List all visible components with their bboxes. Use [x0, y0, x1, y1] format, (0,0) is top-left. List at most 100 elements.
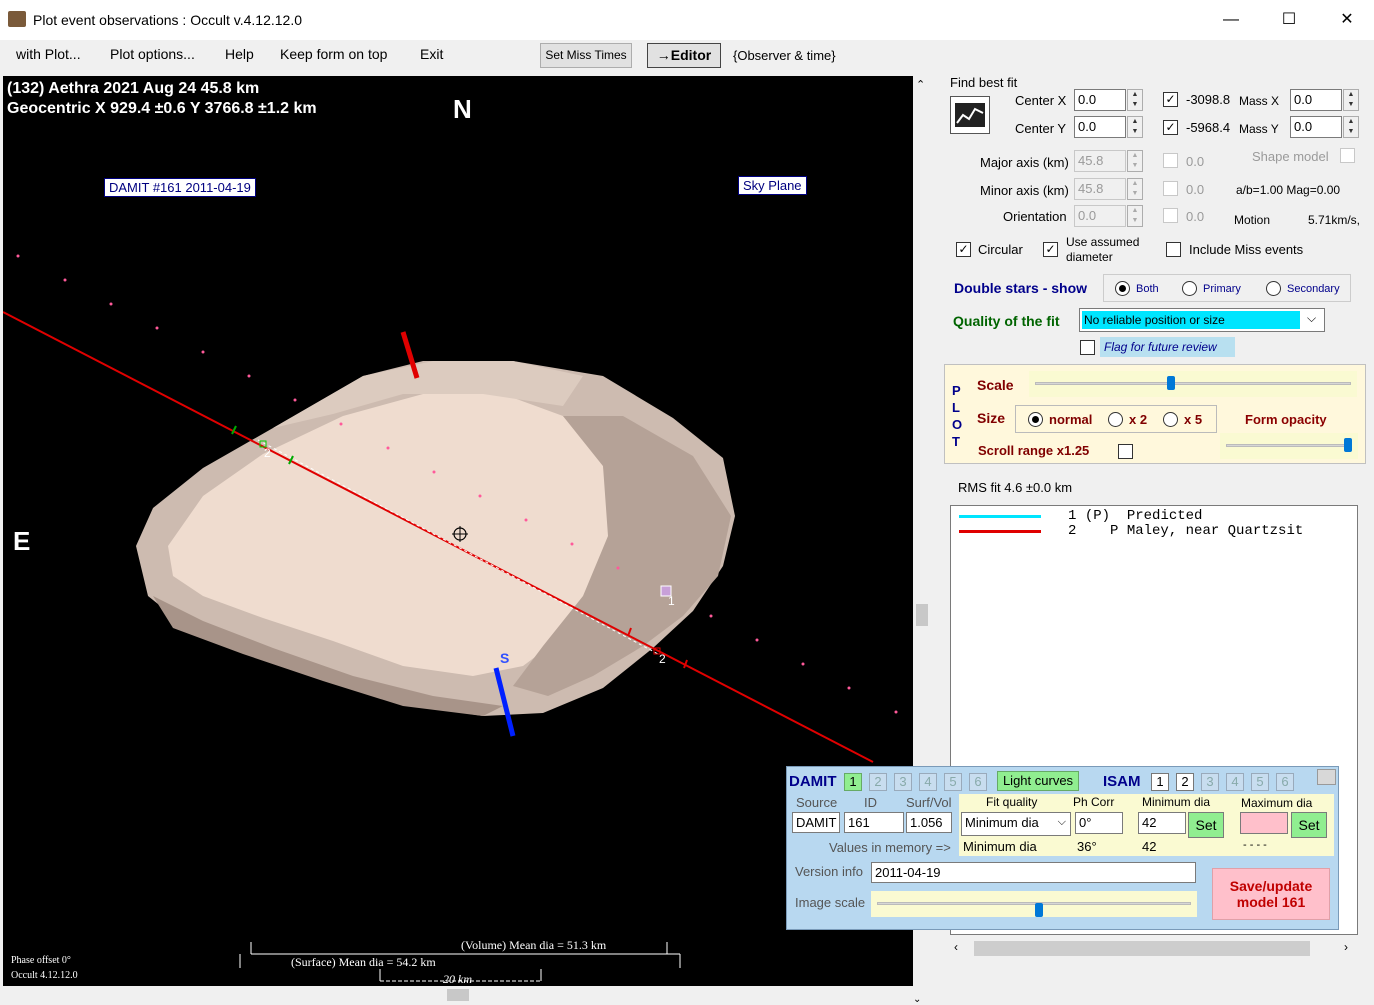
- menu-help[interactable]: Help: [225, 46, 254, 62]
- major-axis-input[interactable]: 45.8: [1074, 150, 1126, 172]
- fit-quality-select[interactable]: Minimum dia ⌵: [961, 812, 1071, 836]
- bottom-scroll-down-icon[interactable]: ⌄: [913, 994, 921, 1005]
- damit-close-button[interactable]: [1317, 769, 1336, 785]
- y-fit-checkbox[interactable]: ✓: [1163, 120, 1178, 135]
- menu-plot-options[interactable]: Plot options...: [110, 46, 195, 62]
- size-x5-label: x 5: [1184, 412, 1203, 427]
- size-normal-radio[interactable]: [1028, 412, 1043, 427]
- double-stars-label: Double stars - show: [954, 280, 1088, 296]
- editor-button[interactable]: →Editor: [647, 43, 721, 68]
- flag-review-checkbox[interactable]: [1080, 340, 1095, 355]
- set-miss-times-button[interactable]: Set Miss Times: [540, 43, 632, 68]
- damit-model-6-button[interactable]: 6: [969, 773, 987, 791]
- isam-model-3-button[interactable]: 3: [1201, 773, 1219, 791]
- ph-corr-field[interactable]: 0°: [1075, 812, 1123, 834]
- center-y-label: Center Y: [1015, 121, 1067, 136]
- damit-model-4-button[interactable]: 4: [919, 773, 937, 791]
- mass-y-spinner[interactable]: ▲ ▼: [1343, 116, 1359, 138]
- major-axis-checkbox[interactable]: [1163, 153, 1178, 168]
- version-info-field[interactable]: 2011-04-19: [871, 862, 1196, 883]
- plot-canvas[interactable]: (132) Aethra 2021 Aug 24 45.8 km Geocent…: [3, 76, 913, 986]
- damit-model-1-button[interactable]: 1: [844, 773, 862, 791]
- plot-hscroll-thumb[interactable]: [447, 989, 469, 1001]
- light-curves-button[interactable]: Light curves: [997, 771, 1079, 791]
- primary-radio[interactable]: [1182, 281, 1197, 296]
- scroll-range-checkbox[interactable]: [1118, 444, 1133, 459]
- shape-model-checkbox[interactable]: [1340, 148, 1355, 163]
- scale-slider-thumb[interactable]: [1167, 376, 1175, 390]
- menu-exit[interactable]: Exit: [420, 46, 443, 62]
- max-dia-field[interactable]: [1240, 812, 1288, 834]
- maximize-button[interactable]: ☐: [1260, 0, 1318, 40]
- menu-with-plot[interactable]: with Plot...: [16, 46, 81, 62]
- isam-model-6-button[interactable]: 6: [1276, 773, 1294, 791]
- find-best-fit-button[interactable]: [950, 96, 990, 134]
- scroll-up-icon[interactable]: ⌃: [916, 78, 925, 91]
- isam-model-5-button[interactable]: 5: [1251, 773, 1269, 791]
- isam-model-1-button[interactable]: 1: [1151, 773, 1169, 791]
- save-update-model-button[interactable]: Save/update model 161: [1212, 868, 1330, 920]
- legend-horizontal-scrollbar[interactable]: ‹ ›: [950, 938, 1358, 960]
- isam-model-4-button[interactable]: 4: [1226, 773, 1244, 791]
- id-field[interactable]: 161: [844, 812, 904, 833]
- include-miss-checkbox[interactable]: [1166, 242, 1181, 257]
- image-scale-slider[interactable]: [871, 891, 1197, 917]
- center-y-input[interactable]: 0.0: [1074, 116, 1126, 138]
- source-field[interactable]: DAMIT: [792, 812, 840, 833]
- damit-model-2-button[interactable]: 2: [869, 773, 887, 791]
- form-opacity-slider[interactable]: [1220, 433, 1358, 459]
- scroll-right-icon[interactable]: ›: [1344, 940, 1348, 954]
- scroll-left-icon[interactable]: ‹: [954, 940, 958, 954]
- image-scale-label: Image scale: [795, 895, 866, 910]
- close-button[interactable]: ✕: [1318, 0, 1374, 40]
- min-dia-set-button[interactable]: Set: [1188, 812, 1224, 838]
- minor-axis-label: Minor axis (km): [980, 183, 1069, 198]
- size-label: Size: [977, 410, 1006, 426]
- min-dia-field[interactable]: 42: [1138, 812, 1186, 834]
- plot-horizontal-scrollbar[interactable]: [3, 986, 913, 1004]
- major-axis-spinner[interactable]: ▲ ▼: [1127, 150, 1143, 172]
- mass-x-label: Mass X: [1239, 94, 1280, 108]
- circular-checkbox[interactable]: ✓: [956, 242, 971, 257]
- observer-time-button[interactable]: {Observer & time}: [733, 48, 836, 63]
- both-radio[interactable]: [1115, 281, 1130, 296]
- max-dia-set-button[interactable]: Set: [1291, 812, 1327, 838]
- center-y-spinner[interactable]: ▲ ▼: [1127, 116, 1143, 138]
- secondary-radio[interactable]: [1266, 281, 1281, 296]
- surfvol-field[interactable]: 1.056: [906, 812, 952, 833]
- damit-panel: DAMIT 1 2 3 4 5 6 Light curves ISAM 1 2 …: [786, 766, 1339, 930]
- orientation-checkbox[interactable]: [1163, 208, 1178, 223]
- minor-axis-spinner[interactable]: ▲ ▼: [1127, 178, 1143, 200]
- chevron-down-icon: ⌵: [1307, 311, 1317, 325]
- asteroid-plot: [3, 254, 898, 982]
- size-x2-radio[interactable]: [1108, 412, 1123, 427]
- x-fit-checkbox[interactable]: ✓: [1163, 92, 1178, 107]
- scale-slider[interactable]: [1029, 371, 1357, 397]
- use-assumed-diameter-checkbox[interactable]: ✓: [1043, 242, 1058, 257]
- legend-hscroll-thumb[interactable]: [974, 941, 1310, 956]
- quality-select[interactable]: No reliable position or size ⌵: [1079, 308, 1325, 332]
- menu-keep-on-top[interactable]: Keep form on top: [280, 46, 387, 62]
- mass-x-input[interactable]: 0.0: [1290, 89, 1342, 111]
- orientation-input[interactable]: 0.0: [1074, 205, 1126, 227]
- legend-row-1[interactable]: 1 (P) Predicted: [1068, 508, 1202, 524]
- legend-row-2[interactable]: 2 P Maley, near Quartzsit: [1068, 523, 1303, 539]
- isam-model-2-button[interactable]: 2: [1176, 773, 1194, 791]
- flag-review-label: Flag for future review: [1100, 337, 1235, 357]
- mass-y-input[interactable]: 0.0: [1290, 116, 1342, 138]
- form-opacity-thumb[interactable]: [1344, 438, 1352, 452]
- damit-model-3-button[interactable]: 3: [894, 773, 912, 791]
- mass-x-spinner[interactable]: ▲ ▼: [1343, 89, 1359, 111]
- minimize-button[interactable]: —: [1202, 0, 1260, 40]
- plot-vscroll-thumb[interactable]: [916, 604, 928, 626]
- size-x5-radio[interactable]: [1163, 412, 1178, 427]
- center-x-input[interactable]: 0.0: [1074, 89, 1126, 111]
- minor-axis-input[interactable]: 45.8: [1074, 178, 1126, 200]
- damit-model-5-button[interactable]: 5: [944, 773, 962, 791]
- major-axis-fit-value: 0.0: [1186, 154, 1205, 169]
- center-x-spinner[interactable]: ▲ ▼: [1127, 89, 1143, 111]
- image-scale-thumb[interactable]: [1035, 903, 1043, 917]
- minor-axis-checkbox[interactable]: [1163, 181, 1178, 196]
- orientation-spinner[interactable]: ▲ ▼: [1127, 205, 1143, 227]
- east-label: E: [13, 526, 31, 556]
